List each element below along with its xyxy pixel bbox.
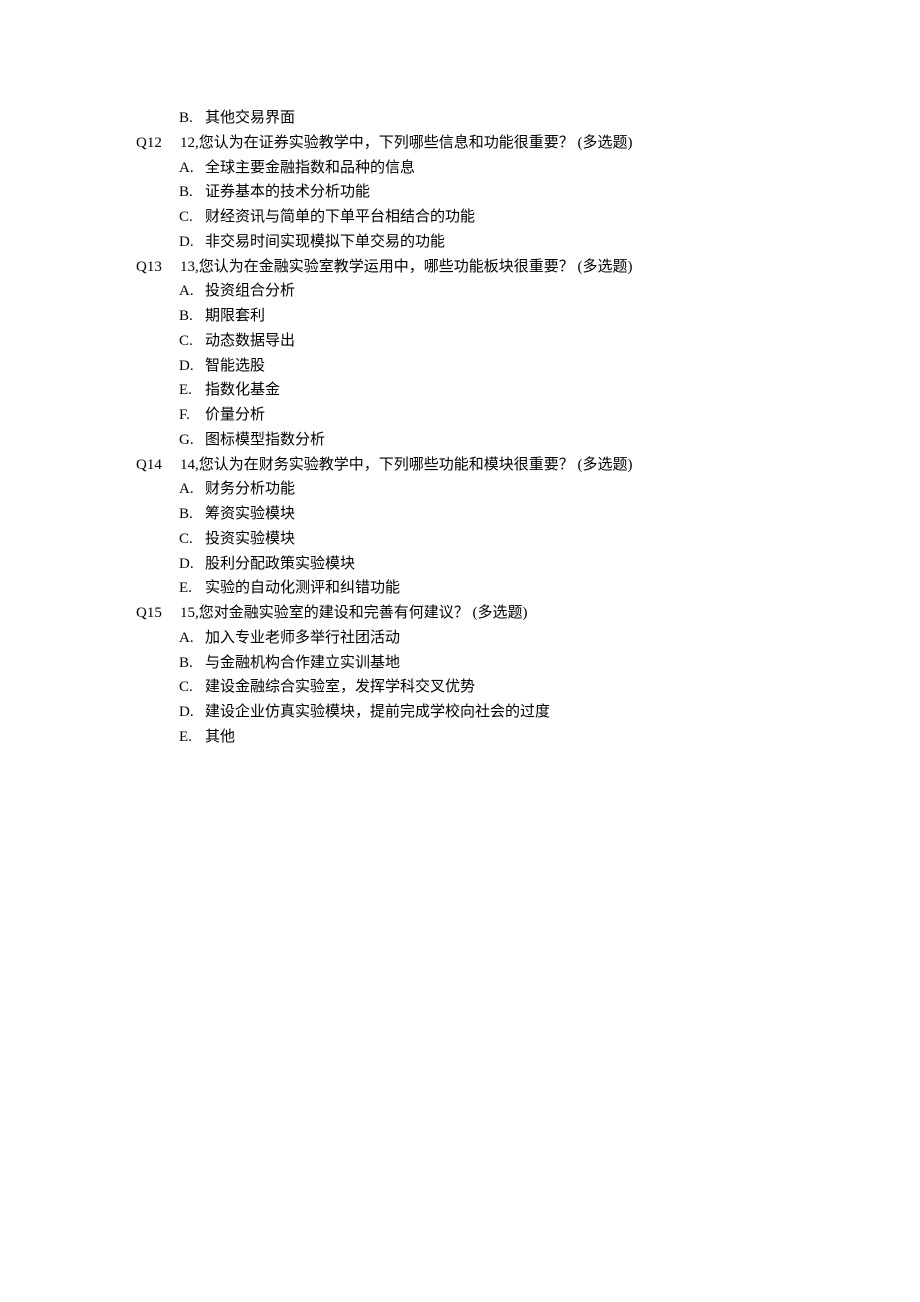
question-text: 13,您认为在金融实验室教学运用中，哪些功能板块很重要？ (多选题) bbox=[180, 255, 920, 280]
option-letter: C. bbox=[179, 329, 205, 354]
option-text: 价量分析 bbox=[205, 403, 920, 428]
option-letter: D. bbox=[179, 552, 205, 577]
option-row: D. 建设企业仿真实验模块，提前完成学校向社会的过度 bbox=[153, 700, 920, 725]
option-row: G. 图标模型指数分析 bbox=[153, 428, 920, 453]
option-text: 加入专业老师多举行社团活动 bbox=[205, 626, 920, 651]
question-id: Q12 bbox=[136, 131, 180, 156]
question-text: 14,您认为在财务实验教学中，下列哪些功能和模块很重要？ (多选题) bbox=[180, 453, 920, 478]
option-text: 其他 bbox=[205, 725, 920, 750]
option-letter: A. bbox=[179, 279, 205, 304]
option-row: E. 实验的自动化测评和纠错功能 bbox=[153, 576, 920, 601]
option-text: 实验的自动化测评和纠错功能 bbox=[205, 576, 920, 601]
question-id: Q15 bbox=[136, 601, 180, 626]
option-row: D. 智能选股 bbox=[153, 354, 920, 379]
option-letter: D. bbox=[179, 700, 205, 725]
question-text: 12,您认为在证券实验教学中，下列哪些信息和功能很重要？ (多选题) bbox=[180, 131, 920, 156]
option-letter: F. bbox=[179, 403, 205, 428]
option-letter: B. bbox=[179, 502, 205, 527]
option-text: 与金融机构合作建立实训基地 bbox=[205, 651, 920, 676]
option-letter: G. bbox=[179, 428, 205, 453]
document-content: B. 其他交易界面 Q12 12,您认为在证券实验教学中，下列哪些信息和功能很重… bbox=[0, 106, 920, 750]
option-letter: C. bbox=[179, 205, 205, 230]
option-row: E. 指数化基金 bbox=[153, 378, 920, 403]
option-letter: A. bbox=[179, 626, 205, 651]
question-id: Q13 bbox=[136, 255, 180, 280]
option-row: D. 非交易时间实现模拟下单交易的功能 bbox=[153, 230, 920, 255]
option-letter: B. bbox=[179, 180, 205, 205]
question-id: Q14 bbox=[136, 453, 180, 478]
question-row: Q15 15,您对金融实验室的建设和完善有何建议？ (多选题) bbox=[136, 601, 920, 626]
option-text: 建设企业仿真实验模块，提前完成学校向社会的过度 bbox=[205, 700, 920, 725]
option-text: 期限套利 bbox=[205, 304, 920, 329]
option-row: A. 财务分析功能 bbox=[153, 477, 920, 502]
option-text: 筹资实验模块 bbox=[205, 502, 920, 527]
option-row: B. 与金融机构合作建立实训基地 bbox=[153, 651, 920, 676]
option-letter: D. bbox=[179, 230, 205, 255]
option-text: 动态数据导出 bbox=[205, 329, 920, 354]
option-row: B. 其他交易界面 bbox=[153, 106, 920, 131]
option-letter: B. bbox=[179, 651, 205, 676]
option-row: B. 证券基本的技术分析功能 bbox=[153, 180, 920, 205]
option-row: C. 建设金融综合实验室，发挥学科交叉优势 bbox=[153, 675, 920, 700]
option-text: 指数化基金 bbox=[205, 378, 920, 403]
option-row: A. 投资组合分析 bbox=[153, 279, 920, 304]
option-letter: E. bbox=[179, 576, 205, 601]
option-text: 其他交易界面 bbox=[205, 106, 920, 131]
option-text: 投资组合分析 bbox=[205, 279, 920, 304]
option-text: 智能选股 bbox=[205, 354, 920, 379]
question-row: Q12 12,您认为在证券实验教学中，下列哪些信息和功能很重要？ (多选题) bbox=[136, 131, 920, 156]
option-text: 证券基本的技术分析功能 bbox=[205, 180, 920, 205]
option-letter: C. bbox=[179, 527, 205, 552]
option-letter: E. bbox=[179, 378, 205, 403]
option-letter: A. bbox=[179, 156, 205, 181]
option-letter: A. bbox=[179, 477, 205, 502]
option-row: D. 股利分配政策实验模块 bbox=[153, 552, 920, 577]
option-row: A. 全球主要金融指数和品种的信息 bbox=[153, 156, 920, 181]
question-text: 15,您对金融实验室的建设和完善有何建议？ (多选题) bbox=[180, 601, 920, 626]
option-row: C. 投资实验模块 bbox=[153, 527, 920, 552]
option-text: 财经资讯与简单的下单平台相结合的功能 bbox=[205, 205, 920, 230]
option-text: 财务分析功能 bbox=[205, 477, 920, 502]
option-row: C. 财经资讯与简单的下单平台相结合的功能 bbox=[153, 205, 920, 230]
option-letter: D. bbox=[179, 354, 205, 379]
option-text: 图标模型指数分析 bbox=[205, 428, 920, 453]
question-row: Q13 13,您认为在金融实验室教学运用中，哪些功能板块很重要？ (多选题) bbox=[136, 255, 920, 280]
option-row: B. 筹资实验模块 bbox=[153, 502, 920, 527]
option-text: 全球主要金融指数和品种的信息 bbox=[205, 156, 920, 181]
option-row: B. 期限套利 bbox=[153, 304, 920, 329]
option-letter: B. bbox=[179, 106, 205, 131]
option-text: 投资实验模块 bbox=[205, 527, 920, 552]
option-letter: E. bbox=[179, 725, 205, 750]
option-text: 建设金融综合实验室，发挥学科交叉优势 bbox=[205, 675, 920, 700]
option-row: E. 其他 bbox=[153, 725, 920, 750]
option-text: 股利分配政策实验模块 bbox=[205, 552, 920, 577]
question-row: Q14 14,您认为在财务实验教学中，下列哪些功能和模块很重要？ (多选题) bbox=[136, 453, 920, 478]
option-row: A. 加入专业老师多举行社团活动 bbox=[153, 626, 920, 651]
option-row: C. 动态数据导出 bbox=[153, 329, 920, 354]
option-row: F. 价量分析 bbox=[153, 403, 920, 428]
option-text: 非交易时间实现模拟下单交易的功能 bbox=[205, 230, 920, 255]
option-letter: C. bbox=[179, 675, 205, 700]
option-letter: B. bbox=[179, 304, 205, 329]
